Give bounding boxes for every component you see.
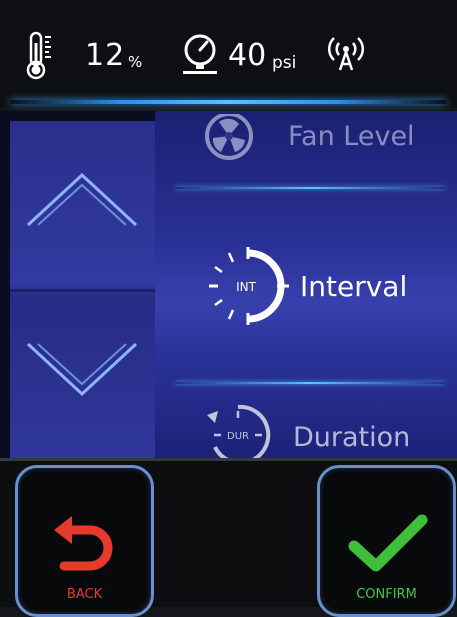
duration-dial-icon: DUR bbox=[207, 404, 271, 463]
menu-separator bbox=[175, 187, 445, 189]
scroll-up-button[interactable] bbox=[10, 121, 155, 289]
menu-item-interval[interactable]: INT Interval bbox=[155, 193, 457, 379]
humidity-value: 12 bbox=[85, 38, 126, 73]
checkmark-icon bbox=[348, 514, 428, 572]
menu-item-duration[interactable]: DUR Duration bbox=[155, 393, 457, 463]
chevron-down-icon bbox=[26, 342, 138, 397]
back-label: BACK bbox=[66, 587, 103, 602]
confirm-label: CONFIRM bbox=[356, 587, 417, 602]
interval-icon-text: INT bbox=[236, 280, 257, 294]
menu-item-fan-level[interactable]: Fan Level bbox=[155, 111, 457, 183]
thermometer-icon bbox=[26, 31, 51, 80]
bottom-divider bbox=[0, 458, 457, 461]
interval-dial-icon: INT bbox=[209, 247, 289, 325]
menu-separator bbox=[175, 382, 445, 384]
pressure-unit: psi bbox=[272, 53, 297, 73]
menu-item-label: Fan Level bbox=[288, 121, 415, 152]
signal-antenna-icon bbox=[327, 37, 365, 71]
scroll-down-button[interactable] bbox=[10, 292, 155, 460]
back-button[interactable]: BACK bbox=[15, 465, 154, 617]
scroll-controls bbox=[10, 121, 155, 460]
settings-panel: Fan Level INT Interval DUR Duration bbox=[0, 111, 457, 463]
humidity-unit: % bbox=[128, 53, 143, 71]
pressure-value: 40 bbox=[228, 38, 267, 73]
undo-arrow-icon bbox=[54, 516, 113, 571]
fan-icon bbox=[205, 114, 253, 160]
status-bar: 12 % 40 psi bbox=[0, 0, 457, 108]
pressure-gauge-icon bbox=[183, 34, 217, 74]
confirm-button[interactable]: CONFIRM bbox=[317, 465, 456, 617]
chevron-up-icon bbox=[26, 172, 138, 227]
menu-item-label: Interval bbox=[300, 270, 408, 303]
menu-item-label: Duration bbox=[293, 422, 411, 453]
bottom-bar: BACK CONFIRM bbox=[0, 458, 457, 617]
menu-list: Fan Level INT Interval DUR Duration bbox=[155, 111, 457, 463]
status-divider bbox=[10, 100, 447, 104]
duration-icon-text: DUR bbox=[227, 431, 249, 442]
